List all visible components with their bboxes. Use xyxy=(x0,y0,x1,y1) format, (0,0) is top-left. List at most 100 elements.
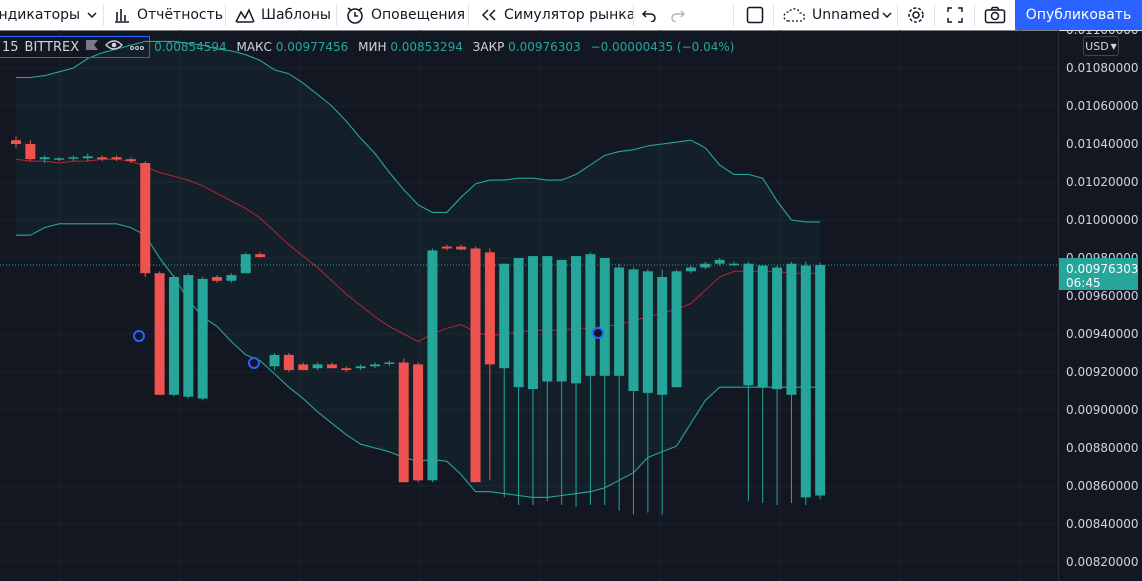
candle-body[interactable] xyxy=(571,256,582,384)
layout-name-button[interactable]: Unnamed xyxy=(782,0,880,30)
settings-button[interactable] xyxy=(906,0,926,30)
candle-body[interactable] xyxy=(413,364,424,481)
close-value: 0.00976303 xyxy=(508,40,581,54)
candle-body[interactable] xyxy=(154,273,165,395)
candle-body[interactable] xyxy=(729,263,739,266)
candle-body[interactable] xyxy=(125,159,136,162)
candle-body[interactable] xyxy=(25,144,36,160)
candle-body[interactable] xyxy=(226,275,237,281)
candle-body[interactable] xyxy=(298,364,309,371)
event-marker[interactable] xyxy=(592,327,604,339)
candle-body[interactable] xyxy=(39,157,50,160)
more-icon[interactable] xyxy=(129,40,145,55)
candle-body[interactable] xyxy=(183,275,194,397)
candle-body[interactable] xyxy=(54,158,65,160)
candle-body[interactable] xyxy=(197,278,208,399)
candle-body[interactable] xyxy=(370,364,380,367)
chevron-down-icon: ▼ xyxy=(1110,41,1117,51)
candle-body[interactable] xyxy=(513,258,524,388)
candle-body[interactable] xyxy=(384,362,395,365)
rewind-icon xyxy=(480,8,498,22)
candle-body[interactable] xyxy=(642,271,653,393)
candle-body[interactable] xyxy=(484,252,495,365)
candle-body[interactable] xyxy=(743,263,754,386)
price-tick-label: 0.00900000 xyxy=(1066,403,1139,417)
close-label: ЗАКР xyxy=(472,40,505,54)
candle-body[interactable] xyxy=(714,259,725,264)
candle-body[interactable] xyxy=(398,362,409,483)
candle-body[interactable] xyxy=(441,246,452,249)
symbol-box[interactable]: 15 BITTREX xyxy=(0,36,151,58)
templates-label: Шаблоны xyxy=(261,7,331,23)
market-sim-button[interactable]: Симулятор рынка xyxy=(480,0,635,30)
undo-button[interactable] xyxy=(641,0,657,30)
alerts-button[interactable]: Оповещения xyxy=(345,0,465,30)
snapshot-button[interactable] xyxy=(984,0,1006,30)
candle-body[interactable] xyxy=(255,254,266,258)
candle-body[interactable] xyxy=(685,267,696,272)
candle-body[interactable] xyxy=(614,267,625,376)
candle-body[interactable] xyxy=(82,156,93,159)
candle-body[interactable] xyxy=(499,263,510,369)
candle-body[interactable] xyxy=(111,157,122,160)
price-tick-label: 0.00960000 xyxy=(1066,289,1139,303)
candle-body[interactable] xyxy=(269,354,280,367)
candle-body[interactable] xyxy=(700,263,711,268)
candle-body[interactable] xyxy=(585,254,596,376)
candle-body[interactable] xyxy=(326,364,337,369)
high-label: МАКС xyxy=(236,40,272,54)
candle-body[interactable] xyxy=(68,157,79,159)
candle-body[interactable] xyxy=(599,258,610,376)
currency-selector[interactable]: USD ▼ xyxy=(1083,36,1119,56)
chevron-down-icon[interactable] xyxy=(881,0,893,30)
price-chart[interactable]: 0.011000000.010800000.010600000.01040000… xyxy=(0,30,1142,581)
eye-icon[interactable] xyxy=(105,39,124,55)
candle-body[interactable] xyxy=(657,277,668,395)
candle-body[interactable] xyxy=(757,265,768,388)
candle-body[interactable] xyxy=(341,368,352,371)
candle-body[interactable] xyxy=(283,354,294,371)
candle-body[interactable] xyxy=(470,248,481,483)
candle-body[interactable] xyxy=(240,254,251,274)
flag-icon[interactable] xyxy=(85,39,99,55)
candle-body[interactable] xyxy=(815,265,826,496)
candle-body[interactable] xyxy=(542,256,553,382)
price-scale: 0.011000000.010800000.010600000.01040000… xyxy=(1066,30,1139,569)
chevron-down-icon[interactable] xyxy=(86,0,98,30)
candle-body[interactable] xyxy=(786,263,797,395)
gear-icon xyxy=(906,5,926,25)
currency-label: USD xyxy=(1085,39,1109,53)
candle-body[interactable] xyxy=(212,277,223,281)
market-sim-label: Симулятор рынка xyxy=(504,7,636,23)
candle-body[interactable] xyxy=(355,366,366,369)
candle-body[interactable] xyxy=(556,259,567,382)
high-value: 0.00977456 xyxy=(275,40,349,54)
candle-body[interactable] xyxy=(527,256,538,390)
low-label: МИН xyxy=(358,40,387,54)
event-marker[interactable] xyxy=(133,330,145,342)
price-tick-label: 0.00940000 xyxy=(1066,327,1139,341)
candle-body[interactable] xyxy=(427,250,438,481)
candle-body[interactable] xyxy=(168,277,179,395)
redo-button[interactable] xyxy=(670,0,686,30)
undo-icon xyxy=(641,8,657,22)
candle-body[interactable] xyxy=(800,265,811,498)
candle-body[interactable] xyxy=(11,140,21,144)
publish-button[interactable]: Опубликовать xyxy=(1015,0,1142,30)
layout-checkbox[interactable] xyxy=(746,0,764,30)
candle-body[interactable] xyxy=(772,267,783,390)
price-scale-border xyxy=(1058,30,1059,581)
ohlc-values: 0.00854594 МАКС 0.00977456 МИН 0.0085329… xyxy=(154,40,740,54)
event-marker[interactable] xyxy=(248,357,260,369)
reports-button[interactable]: Отчётность xyxy=(113,0,223,30)
candle-body[interactable] xyxy=(312,364,323,369)
candle-body[interactable] xyxy=(628,269,639,391)
price-tick-label: 0.01000000 xyxy=(1066,213,1139,227)
candle-body[interactable] xyxy=(456,246,467,250)
candle-body[interactable] xyxy=(671,271,682,388)
indicators-button[interactable]: Индикаторы xyxy=(0,0,80,30)
templates-button[interactable]: Шаблоны xyxy=(235,0,331,30)
candle-body[interactable] xyxy=(140,163,151,274)
candle-body[interactable] xyxy=(97,157,108,160)
fullscreen-button[interactable] xyxy=(946,0,964,30)
